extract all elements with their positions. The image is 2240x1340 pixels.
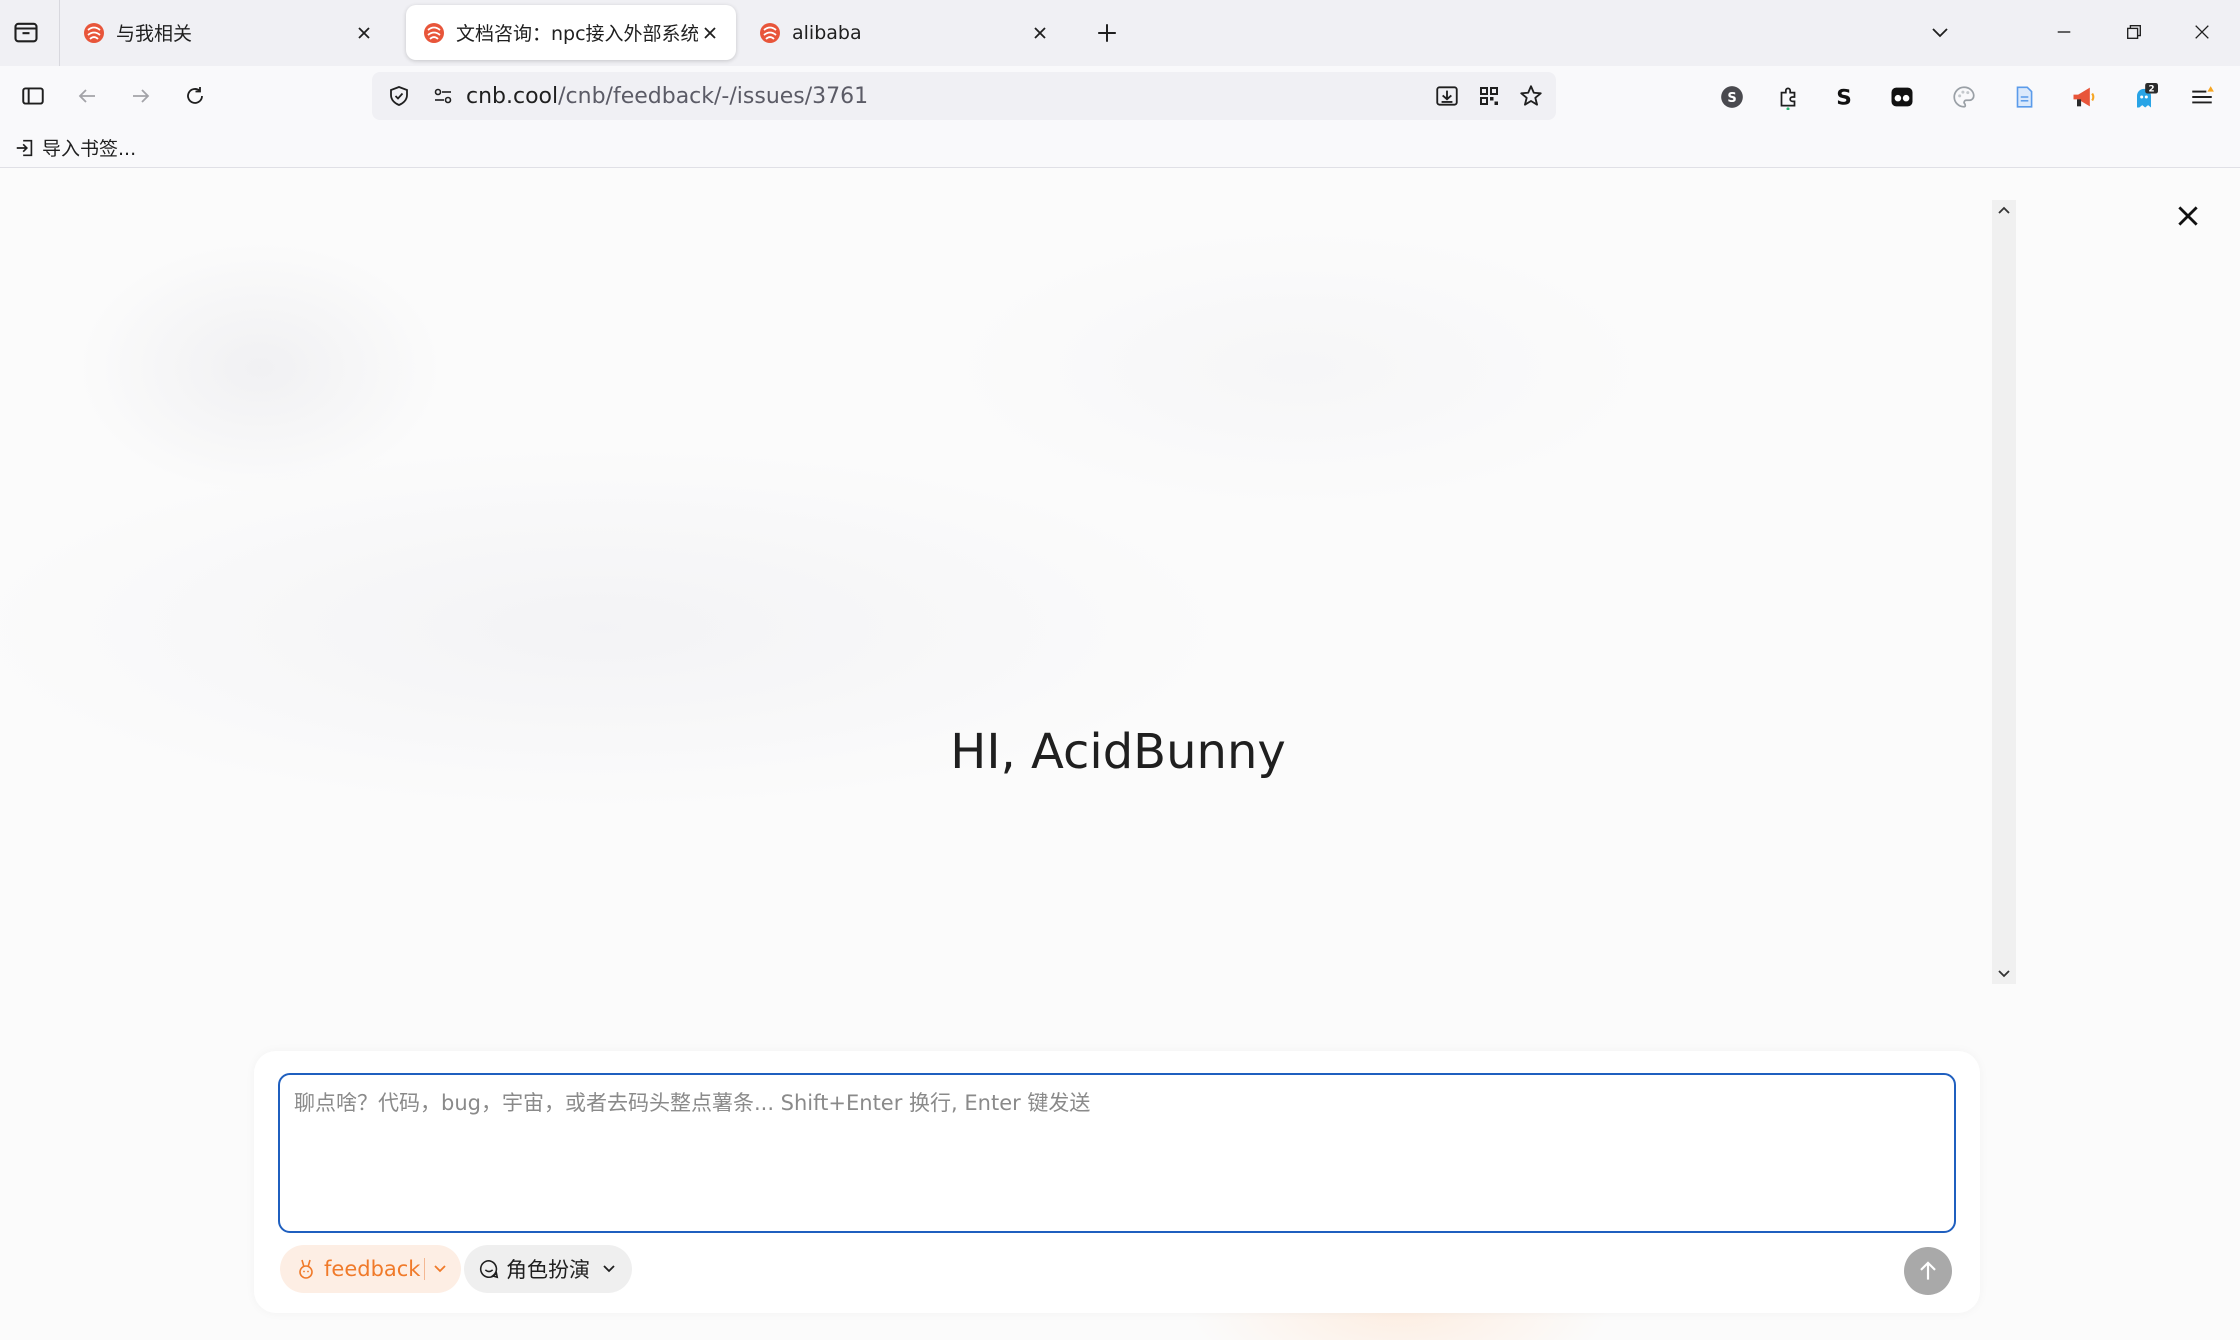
tab-strip: 与我相关 文档咨询：npc接入外部系统 · I alibaba — [0, 0, 2240, 66]
minimize-icon[interactable] — [2048, 16, 2080, 48]
repo-selector-chip[interactable]: feedback — [280, 1245, 462, 1293]
tab-title: 文档咨询：npc接入外部系统 · I — [456, 23, 698, 45]
chevron-down-icon[interactable] — [602, 1264, 616, 1274]
restore-icon[interactable] — [2118, 16, 2150, 48]
cnb-logo-icon — [424, 22, 444, 43]
extension-s-logo-letter: S — [1836, 86, 1852, 110]
tab-title: alibaba — [792, 21, 862, 44]
chat-scrollbar[interactable] — [1992, 200, 2016, 984]
tracking-protection-shield-icon[interactable] — [384, 81, 414, 111]
extension-badge-count: 2 — [2149, 85, 2155, 95]
greeting-heading: HI, AcidBunny — [950, 724, 1286, 780]
chat-page: HI, AcidBunny feedback 角色扮演 — [0, 168, 2240, 1340]
chat-bubble-icon — [479, 1259, 499, 1279]
chip-divider — [424, 1258, 426, 1280]
tab-close-icon[interactable] — [352, 21, 376, 45]
close-icon[interactable] — [2170, 198, 2206, 234]
extension-s-circle-icon[interactable]: S — [1714, 79, 1750, 115]
new-tab-icon[interactable] — [1092, 18, 1122, 48]
tab-strip-divider — [59, 0, 60, 66]
role-play-label: 角色扮演 — [506, 1258, 590, 1282]
scroll-down-chevron-icon[interactable] — [1992, 964, 2016, 984]
send-button[interactable] — [1904, 1247, 1952, 1295]
arrow-up-icon — [1920, 1261, 1936, 1280]
tab-overflow-chevron-icon[interactable] — [1924, 16, 1956, 48]
qr-code-icon[interactable] — [1474, 81, 1504, 111]
bookmarks-toolbar: 导入书签... — [0, 126, 2240, 168]
navigation-bar: cnb.cool/cnb/feedback/-/issues/3761 S S … — [0, 66, 2240, 126]
extension-glasses-icon[interactable] — [1884, 79, 1920, 115]
extension-document-icon[interactable] — [2006, 79, 2042, 115]
tab-alibaba[interactable]: alibaba — [742, 5, 1066, 60]
extension-palette-icon[interactable] — [1946, 79, 1982, 115]
url-host: cnb.cool — [466, 83, 559, 109]
sidebar-toggle-icon[interactable] — [16, 79, 50, 113]
extension-ghost-badge-icon[interactable]: 2 — [2126, 79, 2162, 115]
window-close-icon[interactable] — [2186, 16, 2218, 48]
tab-mentions[interactable]: 与我相关 — [66, 5, 390, 60]
tab-close-icon[interactable] — [1028, 21, 1052, 45]
address-bar[interactable]: cnb.cool/cnb/feedback/-/issues/3761 — [372, 72, 1556, 120]
tab-doc-consult[interactable]: 文档咨询：npc接入外部系统 · I — [406, 5, 736, 60]
app-menu-icon[interactable] — [2184, 79, 2220, 115]
import-bookmarks-button[interactable]: 导入书签... — [14, 134, 136, 161]
bookmark-star-icon[interactable] — [1516, 81, 1546, 111]
import-icon — [16, 139, 33, 156]
url-text[interactable]: cnb.cool/cnb/feedback/-/issues/3761 — [466, 84, 868, 109]
bunny-icon — [299, 1259, 313, 1279]
list-all-tabs-icon[interactable] — [12, 18, 42, 48]
repo-selector-label: feedback — [324, 1257, 421, 1281]
extension-s-logo-icon[interactable]: S — [1826, 79, 1862, 115]
chat-composer: feedback 角色扮演 — [254, 1051, 1980, 1313]
reload-icon[interactable] — [178, 79, 212, 113]
tab-title: 与我相关 — [116, 23, 193, 45]
extensions-puzzle-icon[interactable] — [1770, 79, 1806, 115]
forward-arrow-icon[interactable] — [124, 79, 158, 113]
tab-close-icon[interactable] — [698, 21, 722, 45]
cnb-logo-icon — [84, 22, 104, 43]
role-play-chip[interactable]: 角色扮演 — [464, 1245, 632, 1293]
site-permissions-icon[interactable] — [428, 81, 458, 111]
download-page-icon[interactable] — [1432, 81, 1462, 111]
chevron-down-icon[interactable] — [433, 1264, 447, 1274]
scroll-up-chevron-icon[interactable] — [1992, 200, 2016, 220]
url-path: /cnb/feedback/-/issues/3761 — [558, 83, 869, 109]
import-bookmarks-label: 导入书签... — [42, 138, 137, 160]
extension-s-letter: S — [1727, 91, 1736, 106]
cnb-logo-icon — [760, 22, 780, 43]
back-arrow-icon[interactable] — [70, 79, 104, 113]
extension-megaphone-icon[interactable] — [2066, 79, 2102, 115]
chat-input[interactable] — [278, 1073, 1956, 1233]
